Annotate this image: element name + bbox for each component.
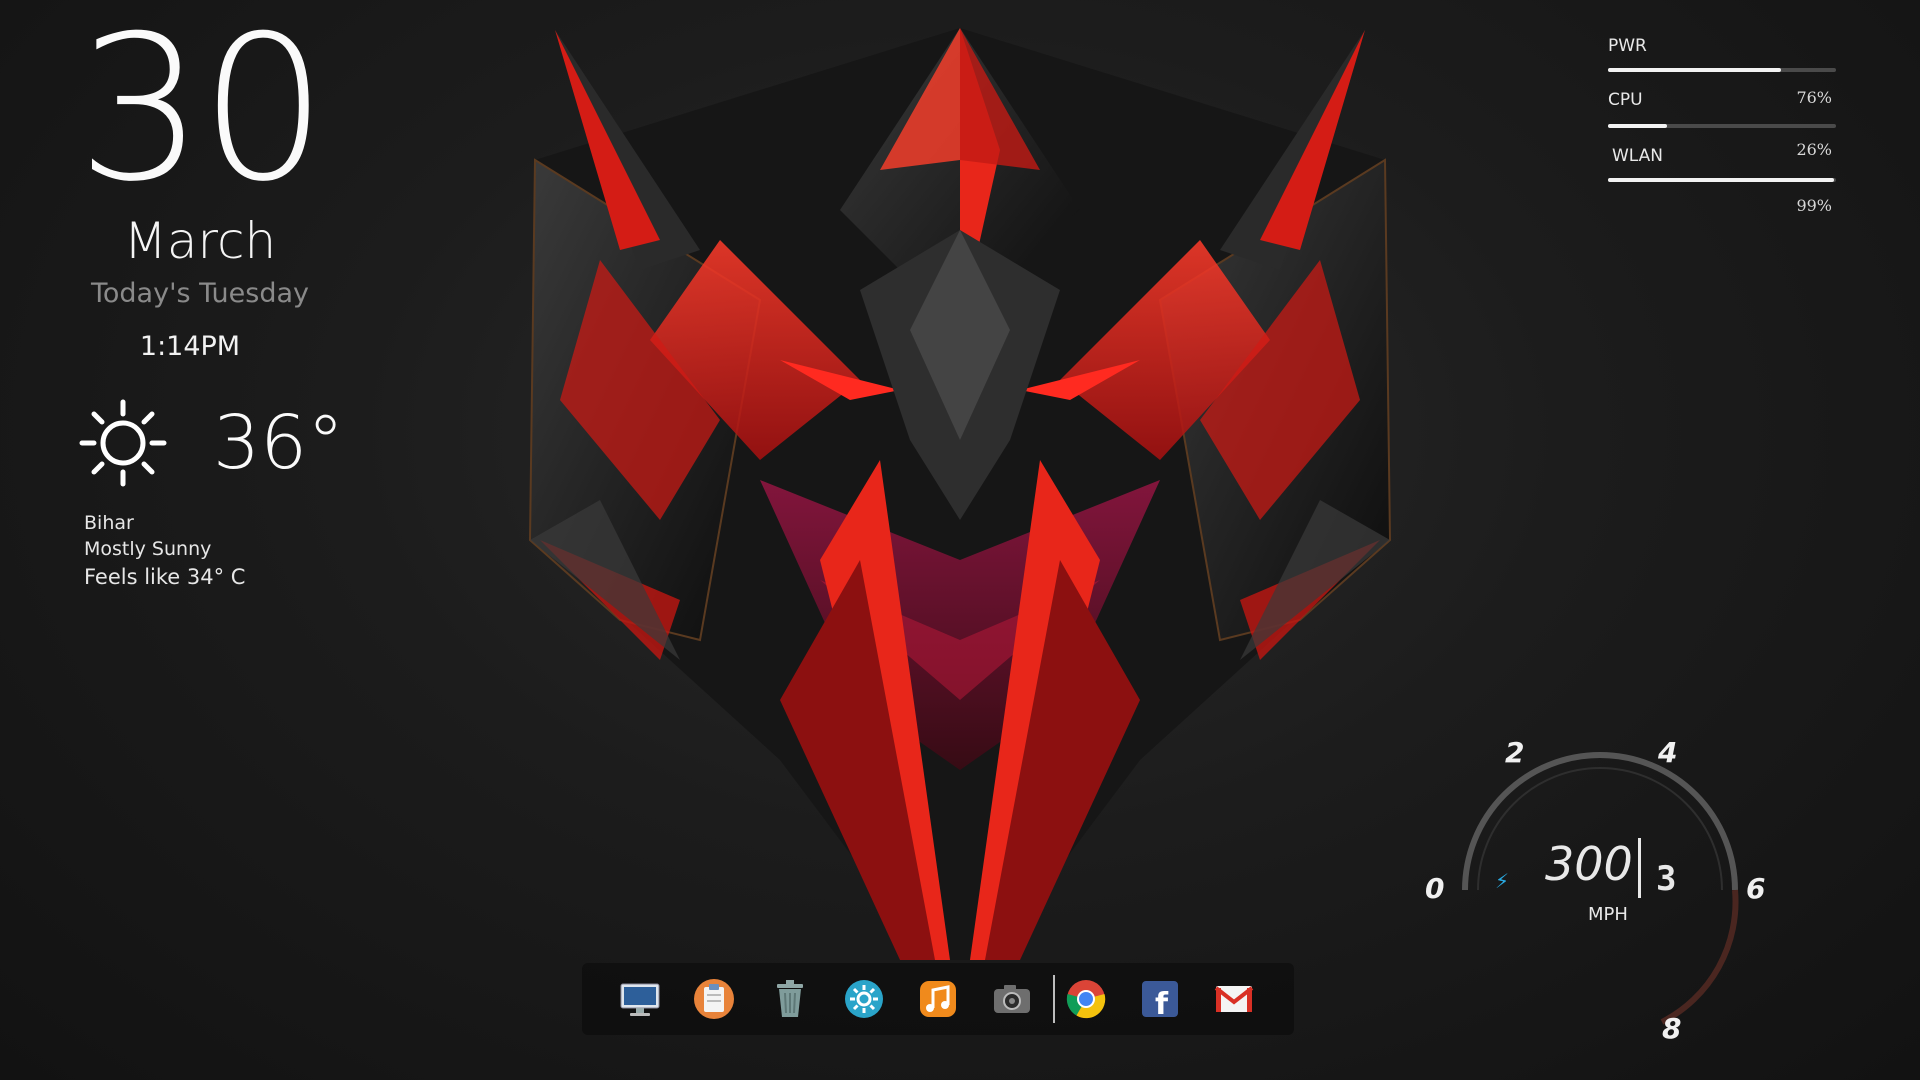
clock-time: 1:14PM <box>139 331 241 362</box>
tick-2: 2 <box>1505 736 1524 769</box>
wlan-bar <box>1608 178 1836 182</box>
chrome-icon[interactable] <box>1064 977 1108 1021</box>
monitor-icon[interactable] <box>618 977 662 1021</box>
gmail-icon[interactable] <box>1212 977 1256 1021</box>
system-monitor: PWR 76% CPU 26% WLAN 99% <box>1608 36 1840 226</box>
svg-text:f: f <box>1155 987 1169 1021</box>
dock-separator <box>1053 975 1055 1023</box>
wlan-bar-fill <box>1608 178 1834 182</box>
pwr-bar-fill <box>1608 68 1782 72</box>
music-icon[interactable] <box>916 977 960 1021</box>
tick-0: 0 <box>1425 872 1444 905</box>
sun-icon <box>79 399 167 487</box>
weather-feels-like: Feels like 34° C <box>84 565 246 589</box>
date-weekday: Today's Tuesday <box>90 278 309 309</box>
weather-location: Bihar <box>84 512 134 534</box>
weather-details: Bihar Mostly Sunny Feels like 34° C <box>84 510 344 592</box>
speedometer-widget: ⚡ 0 2 4 6 8 300 MPH 3 <box>1400 720 1800 1050</box>
tick-6: 6 <box>1746 872 1765 905</box>
settings-gear-icon[interactable] <box>842 977 886 1021</box>
bolt-icon: ⚡ <box>1495 869 1509 893</box>
cpu-percent: 26% <box>1796 140 1832 159</box>
speed-unit: MPH <box>1588 904 1628 925</box>
facebook-icon[interactable]: f <box>1138 977 1182 1022</box>
gear-indicator: 3 <box>1656 859 1676 899</box>
desktop: 30 March Today's Tuesday 1:14PM 36° Biha… <box>0 0 1920 1080</box>
weather-condition: Mostly Sunny <box>84 538 212 560</box>
trash-icon[interactable] <box>768 977 812 1021</box>
cpu-label: CPU <box>1608 90 1643 110</box>
camera-icon[interactable] <box>990 977 1034 1021</box>
temperature: 36° <box>213 400 345 486</box>
clipboard-icon[interactable] <box>692 977 736 1021</box>
clock-widget: 30 March Today's Tuesday 1:14PM <box>60 0 360 362</box>
pwr-percent: 76% <box>1796 88 1832 107</box>
tick-4: 4 <box>1657 736 1677 769</box>
cpu-bar <box>1608 124 1836 128</box>
speed-value: 300 <box>1545 837 1633 891</box>
pwr-label: PWR <box>1608 36 1647 56</box>
wlan-label: WLAN <box>1612 146 1664 166</box>
date-day: 30 <box>76 0 328 226</box>
cpu-bar-fill <box>1608 124 1668 128</box>
tick-8: 8 <box>1662 1012 1681 1045</box>
dock: f <box>582 963 1294 1035</box>
pwr-bar <box>1608 68 1836 72</box>
wlan-percent: 99% <box>1796 196 1832 215</box>
weather-widget: 36° <box>78 398 344 488</box>
